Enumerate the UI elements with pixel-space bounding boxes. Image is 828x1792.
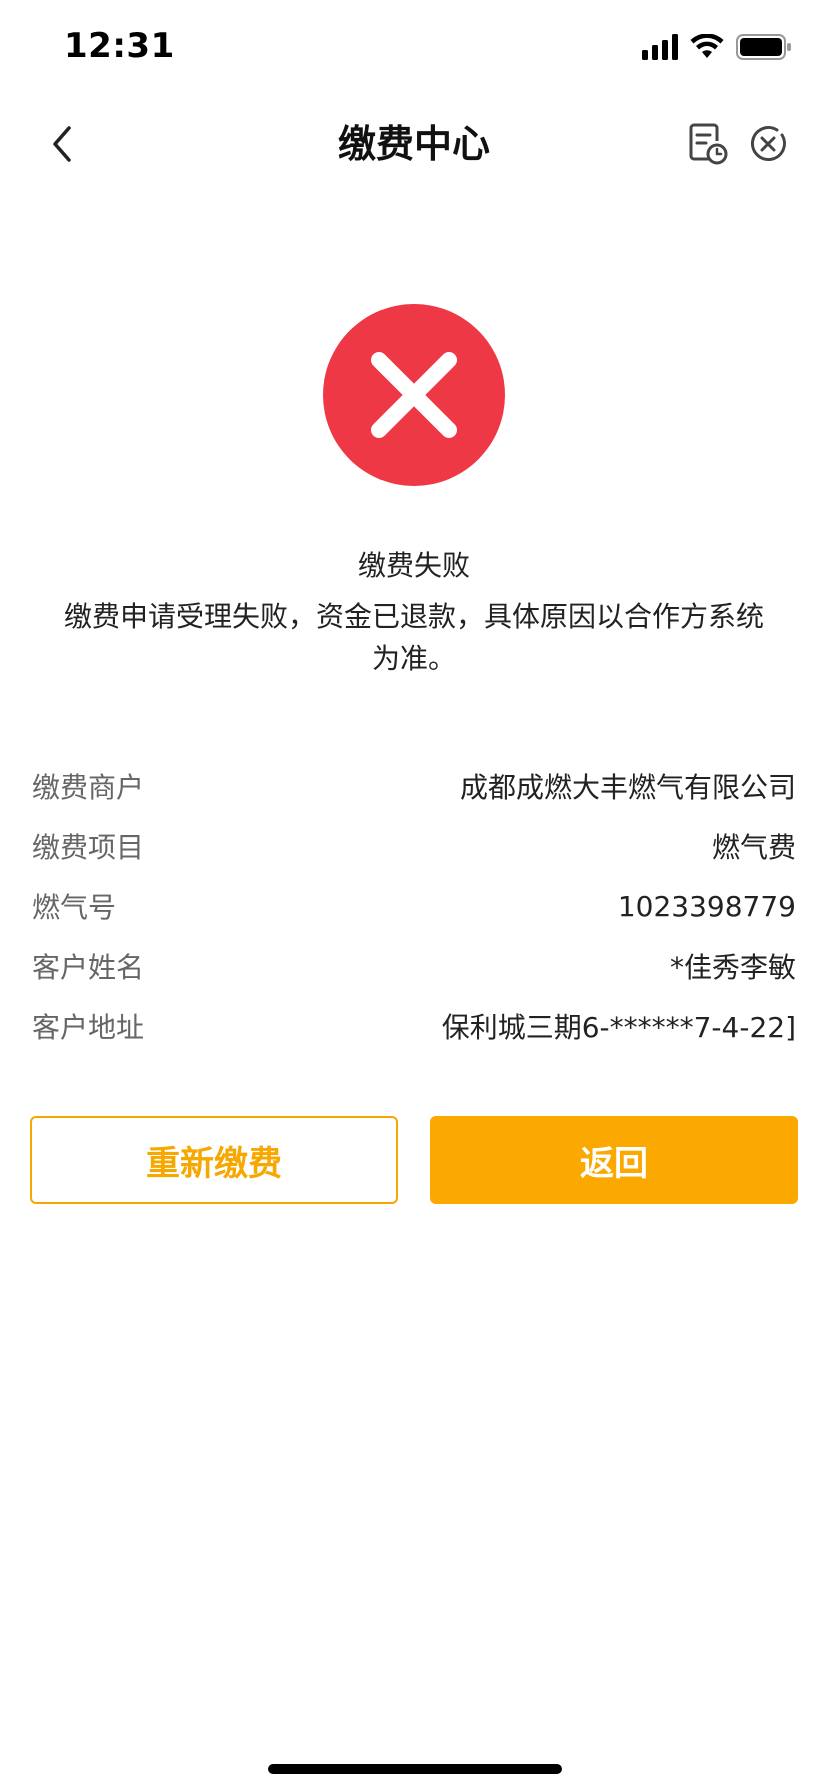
info-label: 客户地址 bbox=[32, 1011, 145, 1044]
payment-info-list: 缴费商户 成都成燃大丰燃气有限公司 缴费项目 燃气费 燃气号 102339877… bbox=[32, 756, 796, 1056]
info-row-item: 缴费项目 燃气费 bbox=[32, 816, 796, 876]
repay-button[interactable]: 重新缴费 bbox=[30, 1116, 398, 1204]
info-row-customer-address: 客户地址 保利城三期6-******7-4-22] bbox=[32, 996, 796, 1056]
info-row-customer-name: 客户姓名 *佳秀李敏 bbox=[32, 936, 796, 996]
info-value: 燃气费 bbox=[711, 831, 796, 864]
error-status-icon bbox=[323, 304, 505, 486]
close-button[interactable] bbox=[742, 116, 794, 172]
close-circle-icon bbox=[751, 126, 786, 161]
cellular-signal-icon bbox=[642, 34, 678, 60]
info-row-merchant: 缴费商户 成都成燃大丰燃气有限公司 bbox=[32, 756, 796, 816]
result-description: 缴费申请受理失败，资金已退款，具体原因以合作方系统为准。 bbox=[63, 600, 764, 675]
home-indicator[interactable] bbox=[268, 1764, 562, 1774]
info-label: 燃气号 bbox=[32, 891, 117, 924]
result-title: 缴费失败 bbox=[357, 549, 470, 582]
info-row-gas-number: 燃气号 1023398779 bbox=[32, 876, 796, 936]
return-button[interactable]: 返回 bbox=[430, 1116, 798, 1204]
info-value: 成都成燃大丰燃气有限公司 bbox=[459, 771, 796, 804]
status-time: 12:31 bbox=[64, 26, 175, 66]
status-icons bbox=[642, 34, 792, 60]
info-value: *佳秀李敏 bbox=[669, 951, 796, 984]
wifi-icon bbox=[690, 34, 724, 58]
bill-history-button[interactable] bbox=[682, 116, 734, 172]
bill-history-icon bbox=[689, 123, 728, 165]
info-label: 客户姓名 bbox=[32, 951, 145, 984]
error-cross-icon bbox=[371, 352, 457, 438]
info-value: 1023398779 bbox=[617, 889, 796, 923]
status-bar: 12:31 bbox=[0, 0, 828, 100]
nav-bar: 缴费中心 bbox=[0, 100, 828, 188]
info-value: 保利城三期6-******7-4-22] bbox=[441, 1011, 796, 1044]
info-label: 缴费项目 bbox=[32, 831, 145, 864]
info-label: 缴费商户 bbox=[32, 771, 145, 804]
battery-icon bbox=[736, 34, 791, 60]
